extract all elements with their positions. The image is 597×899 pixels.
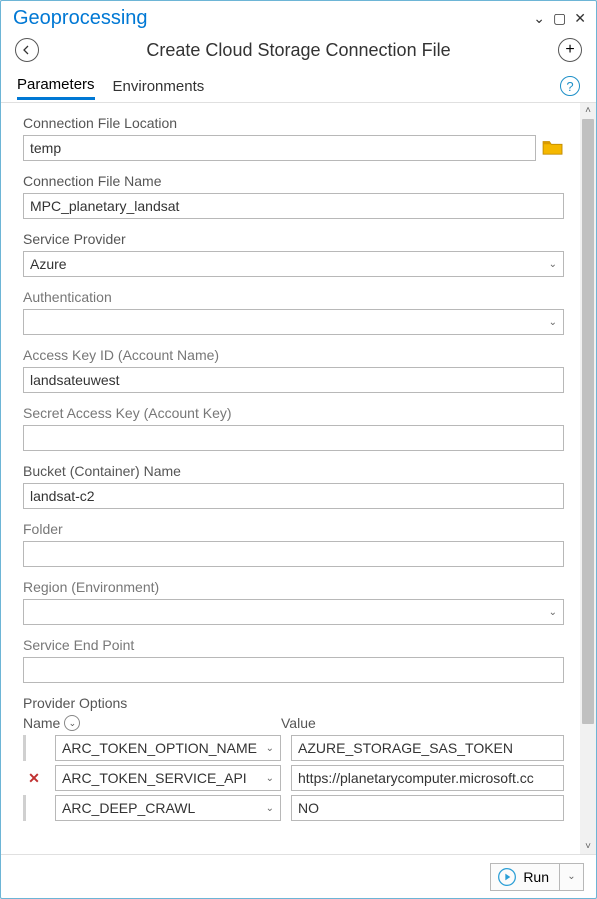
input-connection-file-location[interactable] [23, 135, 536, 161]
field-service-provider: Service Provider Azure ⌄ [23, 231, 564, 277]
pane-header: Geoprocessing ⌄ ▢ ✕ [1, 1, 596, 34]
label-region: Region (Environment) [23, 579, 564, 595]
option-name-value: ARC_DEEP_CRAWL [62, 800, 195, 816]
label-access-key-id: Access Key ID (Account Name) [23, 347, 564, 363]
scrollbar-down-arrow-icon[interactable]: ˅ [585, 841, 591, 852]
form-scroll-area: Connection File Location Connection File… [1, 102, 596, 854]
tab-parameters[interactable]: Parameters [17, 72, 95, 100]
input-bucket-name[interactable] [23, 483, 564, 509]
add-button[interactable]: + [558, 38, 582, 62]
option-name-select[interactable]: ARC_TOKEN_SERVICE_API ⌄ [55, 765, 281, 791]
field-region: Region (Environment) ⌄ [23, 579, 564, 625]
input-service-end-point[interactable] [23, 657, 564, 683]
label-bucket-name: Bucket (Container) Name [23, 463, 564, 479]
label-folder: Folder [23, 521, 564, 537]
input-folder[interactable] [23, 541, 564, 567]
vertical-scrollbar[interactable]: ˄ ˅ [580, 103, 596, 854]
select-service-provider-value: Azure [30, 256, 67, 272]
select-service-provider[interactable]: Azure ⌄ [23, 251, 564, 277]
option-name-select[interactable]: ARC_TOKEN_OPTION_NAME ⌄ [55, 735, 281, 761]
option-name-select[interactable]: ARC_DEEP_CRAWL ⌄ [55, 795, 281, 821]
col-name-label: Name [23, 715, 60, 731]
close-icon[interactable]: ✕ [574, 10, 586, 27]
field-access-key-id: Access Key ID (Account Name) [23, 347, 564, 393]
provider-option-row: ARC_DEEP_CRAWL ⌄ [23, 795, 564, 821]
field-authentication: Authentication ⌄ [23, 289, 564, 335]
field-bucket-name: Bucket (Container) Name [23, 463, 564, 509]
option-value-input[interactable] [291, 735, 564, 761]
geoprocessing-pane: Geoprocessing ⌄ ▢ ✕ Create Cloud Storage… [0, 0, 597, 899]
row-gutter [23, 795, 45, 821]
label-authentication: Authentication [23, 289, 564, 305]
label-connection-file-name: Connection File Name [23, 173, 564, 189]
field-service-end-point: Service End Point [23, 637, 564, 683]
provider-options-header: Name ⌄ Value [23, 715, 564, 731]
field-connection-file-location: Connection File Location [23, 115, 564, 161]
provider-option-row: ✕ ARC_TOKEN_SERVICE_API ⌄ [23, 765, 564, 791]
scrollbar-thumb[interactable] [582, 119, 594, 724]
label-service-end-point: Service End Point [23, 637, 564, 653]
select-region[interactable]: ⌄ [23, 599, 564, 625]
dropdown-icon[interactable]: ⌄ [533, 10, 545, 27]
maximize-icon[interactable]: ▢ [553, 10, 566, 27]
pane-title: Geoprocessing [13, 7, 148, 30]
tool-header: Create Cloud Storage Connection File + [1, 34, 596, 70]
field-secret-access-key: Secret Access Key (Account Key) [23, 405, 564, 451]
chevron-down-icon: ⌄ [549, 259, 557, 270]
input-secret-access-key[interactable] [23, 425, 564, 451]
label-connection-file-location: Connection File Location [23, 115, 564, 131]
pane-controls: ⌄ ▢ ✕ [533, 10, 586, 27]
option-name-value: ARC_TOKEN_OPTION_NAME [62, 740, 257, 756]
chevron-down-icon: ⌄ [266, 743, 274, 754]
option-name-value: ARC_TOKEN_SERVICE_API [62, 770, 247, 786]
input-access-key-id[interactable] [23, 367, 564, 393]
tabs: Parameters Environments ? [1, 70, 596, 102]
chevron-down-icon: ⌄ [549, 607, 557, 618]
col-value-label: Value [281, 715, 316, 731]
chevron-down-icon: ⌄ [549, 317, 557, 328]
expand-options-button[interactable]: ⌄ [64, 715, 80, 731]
provider-option-row: ARC_TOKEN_OPTION_NAME ⌄ [23, 735, 564, 761]
form-body: Connection File Location Connection File… [1, 103, 580, 854]
scrollbar-up-arrow-icon[interactable]: ˄ [585, 105, 591, 116]
browse-folder-icon[interactable] [542, 138, 564, 159]
row-gutter [23, 735, 45, 761]
footer: Run ⌄ [1, 854, 596, 898]
select-authentication[interactable]: ⌄ [23, 309, 564, 335]
back-button[interactable] [15, 38, 39, 62]
delete-row-button[interactable]: ✕ [23, 770, 45, 787]
chevron-down-icon: ⌄ [266, 803, 274, 814]
option-value-input[interactable] [291, 765, 564, 791]
provider-options-title: Provider Options [23, 695, 564, 711]
tool-title: Create Cloud Storage Connection File [39, 40, 558, 61]
run-button-label: Run [523, 869, 559, 885]
chevron-down-icon: ⌄ [266, 773, 274, 784]
tab-environments[interactable]: Environments [113, 74, 205, 99]
label-service-provider: Service Provider [23, 231, 564, 247]
arrow-left-icon [21, 44, 33, 56]
run-dropdown-button[interactable]: ⌄ [560, 863, 584, 891]
label-secret-access-key: Secret Access Key (Account Key) [23, 405, 564, 421]
input-connection-file-name[interactable] [23, 193, 564, 219]
field-folder: Folder [23, 521, 564, 567]
play-icon [497, 867, 517, 887]
field-connection-file-name: Connection File Name [23, 173, 564, 219]
option-value-input[interactable] [291, 795, 564, 821]
run-button[interactable]: Run [490, 863, 560, 891]
help-button[interactable]: ? [560, 76, 580, 96]
